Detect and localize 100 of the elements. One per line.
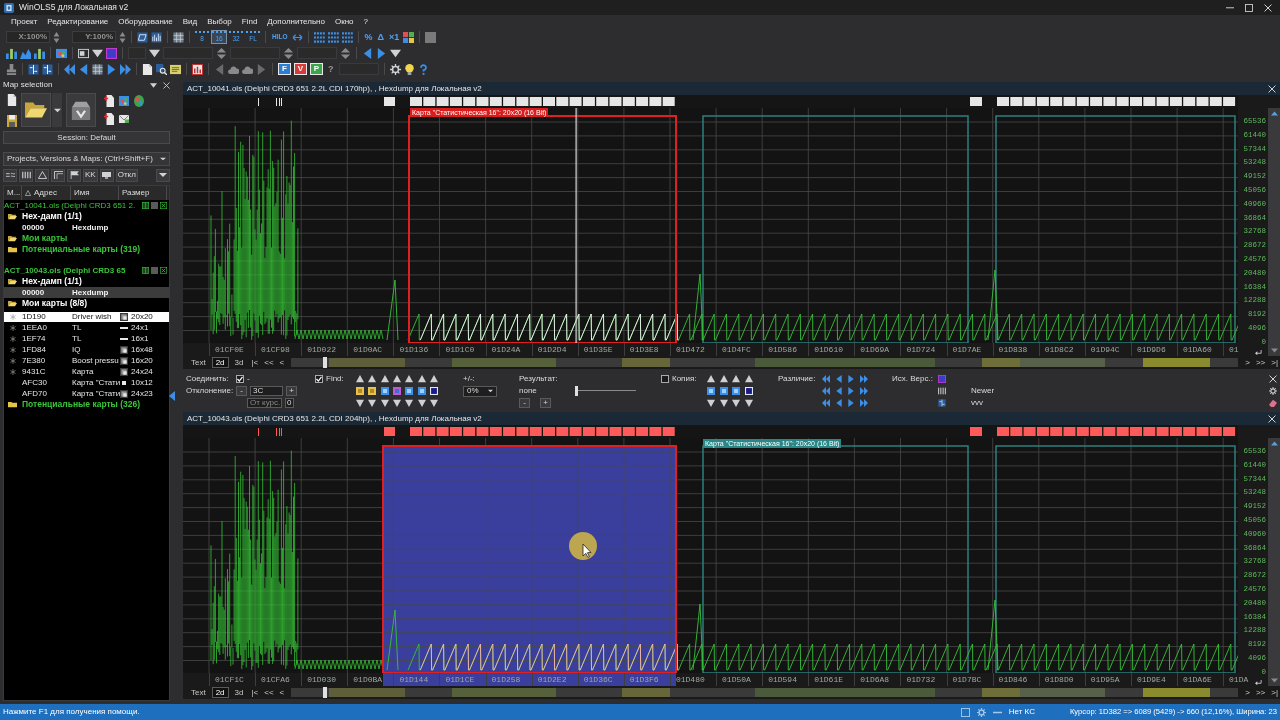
folder-icon[interactable] [8, 401, 17, 408]
menu-item[interactable]: Редактирование [42, 18, 114, 26]
open-folder-icon[interactable] [8, 213, 17, 220]
nav-button[interactable]: |< [249, 688, 261, 697]
slider-thumb[interactable] [575, 386, 578, 396]
cloud-icon[interactable] [242, 63, 253, 75]
left-arrow-icon[interactable] [169, 391, 175, 401]
tile-icon[interactable] [405, 387, 414, 395]
scrollbar-thumb[interactable] [323, 357, 328, 368]
cloud-icon[interactable] [228, 63, 239, 75]
menu-item[interactable]: Find [236, 18, 263, 26]
envelope-icon[interactable] [119, 113, 129, 125]
right-arrow-icon[interactable] [376, 47, 387, 59]
split-view-icon[interactable] [42, 63, 53, 75]
filter-button[interactable]: KK [83, 168, 98, 182]
filter-button[interactable] [99, 168, 114, 182]
right-arrow-icon[interactable] [256, 63, 267, 75]
session-button[interactable]: Session: Default [3, 131, 170, 144]
map-row[interactable]: 9431C Карта 24x24 [4, 366, 169, 377]
menu-item[interactable]: ? [358, 18, 373, 26]
map-row[interactable]: AFC30 Карта "Стати 10x12 [4, 377, 169, 388]
add-document-icon[interactable] [104, 95, 114, 107]
dotted-grid-icon[interactable] [327, 31, 339, 43]
toolbar-button[interactable]: ×1 [388, 32, 401, 42]
column-header[interactable]: Адрес [22, 186, 71, 200]
double-left-arrow-icon[interactable] [64, 63, 75, 75]
map-row[interactable]: 1EF74 TL 16x1 [4, 333, 169, 344]
version-button[interactable]: V [294, 63, 307, 75]
nav-button[interactable]: >| [1269, 358, 1280, 367]
magnifier-icon[interactable] [156, 63, 167, 75]
filter-button[interactable] [67, 168, 81, 182]
deviation-field[interactable]: 3C [250, 386, 283, 396]
tree-row[interactable]: 00000 Hexdump [4, 287, 169, 298]
folder-icon[interactable] [8, 246, 17, 253]
folder-label[interactable]: Мои карты (8/8) [22, 299, 88, 308]
double-right-arrow-icon[interactable] [859, 387, 868, 395]
checkbox[interactable] [236, 375, 244, 383]
caret-icon[interactable] [390, 47, 401, 59]
from-cursor-field[interactable]: От курс. [247, 398, 282, 408]
close-icon[interactable] [1264, 3, 1272, 12]
vertical-scrollbar[interactable] [1268, 108, 1280, 356]
menu-item[interactable]: Выбор [202, 18, 237, 26]
bar-chart-icon[interactable] [6, 47, 17, 59]
square-icon[interactable] [425, 31, 437, 43]
open-folder-icon[interactable] [8, 278, 17, 285]
toolbar-button[interactable]: % [363, 32, 374, 42]
filter-button[interactable]: Откл [115, 168, 138, 182]
close-icon[interactable] [1269, 375, 1277, 383]
vertical-bars-icon[interactable] [938, 387, 946, 395]
stamp-icon[interactable] [6, 63, 17, 75]
left-arrow-icon[interactable] [214, 63, 225, 75]
menu-item[interactable]: Дополнительно [262, 18, 330, 26]
document-icon[interactable] [142, 63, 153, 75]
double-right-arrow-icon[interactable] [120, 63, 131, 75]
minus-button[interactable]: - [236, 386, 247, 396]
cursor-offset-field[interactable]: 0 [285, 398, 294, 408]
help-icon[interactable] [417, 63, 429, 75]
open-folder-icon[interactable] [8, 235, 17, 242]
horizontal-scrollbar[interactable] [291, 688, 1239, 697]
double-right-arrow-icon[interactable] [859, 399, 868, 407]
project-label[interactable]: ACT_10041.ols (Delphi CRD3 651 2. [4, 201, 136, 210]
dropdown-button[interactable] [52, 93, 62, 127]
tile-icon[interactable] [417, 387, 426, 395]
frame-icon[interactable] [78, 47, 89, 59]
folder-label[interactable]: Потенциальные карты (326) [22, 400, 141, 409]
menu-item[interactable]: Оборудование [113, 18, 178, 26]
skew-frame-icon[interactable] [137, 31, 148, 43]
export-button[interactable] [66, 93, 96, 127]
open-folder-icon[interactable] [8, 300, 17, 307]
column-header[interactable]: М... [4, 186, 22, 200]
close-icon[interactable] [1268, 84, 1276, 93]
dropdown-button[interactable] [156, 168, 170, 182]
filter-button[interactable] [35, 168, 49, 182]
dotted-grid-icon[interactable] [313, 31, 325, 43]
close-box-icon[interactable] [160, 267, 167, 274]
vertical-scrollbar[interactable] [1268, 438, 1280, 686]
close-icon[interactable] [163, 81, 170, 89]
toolbar-button[interactable]: Δ [376, 32, 385, 42]
nav-button[interactable]: >| [1269, 688, 1280, 697]
return-arrow-icon[interactable] [1255, 349, 1262, 356]
close-icon[interactable] [1268, 414, 1276, 423]
checkbox[interactable] [315, 375, 323, 383]
bar-chart-icon[interactable] [192, 63, 203, 75]
map-row[interactable]: 1FD84 IQ 16x48 [4, 344, 169, 355]
add-document-icon[interactable] [104, 113, 114, 125]
tile-icon[interactable] [719, 387, 728, 395]
close-box-icon[interactable] [160, 202, 167, 209]
double-left-arrow-icon[interactable] [822, 387, 831, 395]
map-row[interactable]: AFD70 Карта "Стати 24x23 [4, 388, 169, 399]
left-arrow-icon[interactable] [362, 47, 373, 59]
view-tab[interactable]: 3d [230, 687, 248, 698]
gear-icon[interactable] [389, 63, 401, 75]
tile-icon[interactable] [356, 387, 365, 395]
tile-icon[interactable] [732, 387, 741, 395]
double-left-arrow-icon[interactable] [822, 399, 831, 407]
bar-chart-icon[interactable] [34, 47, 45, 59]
map-row[interactable]: 1EEA0 TL 24x1 [4, 322, 169, 333]
nav-button[interactable]: << [262, 688, 276, 697]
caret-icon[interactable] [92, 47, 103, 59]
open-button[interactable] [21, 93, 51, 127]
